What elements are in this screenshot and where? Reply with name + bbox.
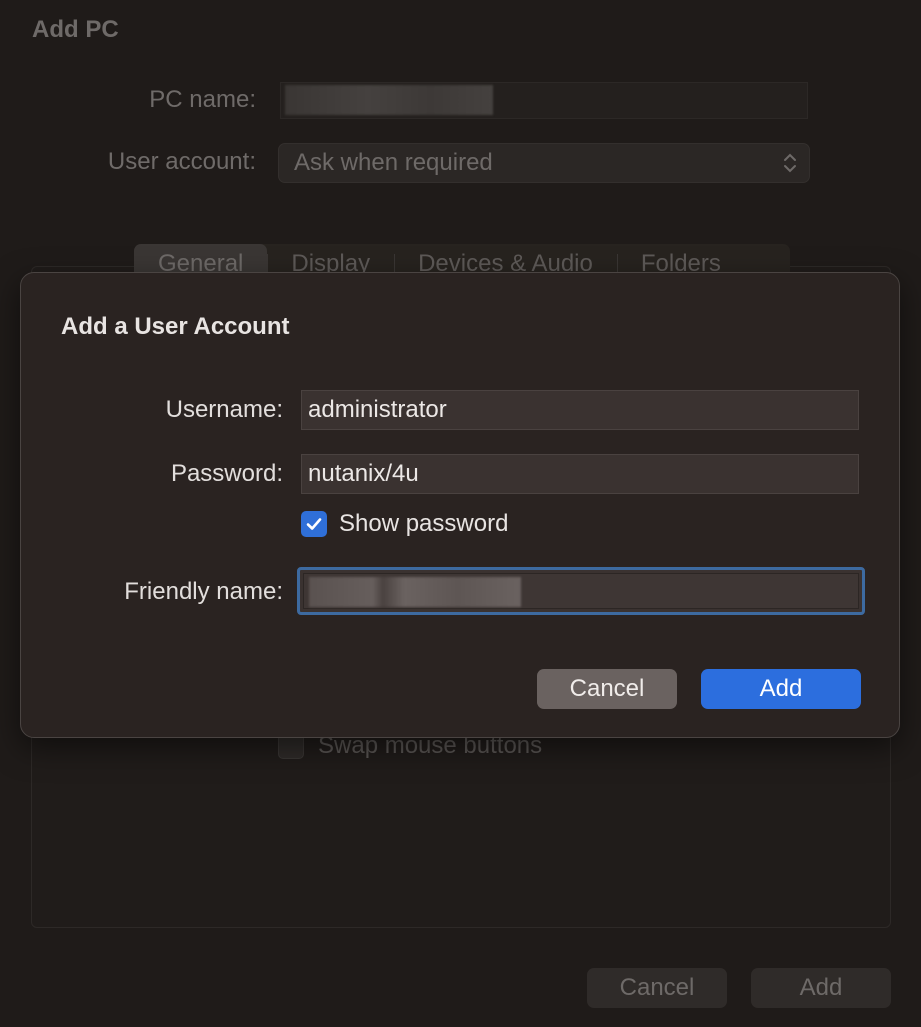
friendly-name-input[interactable] xyxy=(297,567,865,615)
up-down-chevron-icon xyxy=(784,153,796,173)
pc-name-field[interactable] xyxy=(280,82,808,119)
window-title: Add PC xyxy=(32,16,119,43)
show-password-label[interactable]: Show password xyxy=(339,510,508,538)
sheet-title: Add a User Account xyxy=(61,313,290,340)
user-account-label: User account: xyxy=(107,148,256,175)
show-password-row: Show password xyxy=(301,510,508,538)
show-password-checkbox[interactable] xyxy=(301,511,327,537)
redacted-friendly-name xyxy=(309,577,521,607)
add-button[interactable]: Add xyxy=(701,669,861,709)
checkmark-icon xyxy=(306,518,322,530)
user-account-value: Ask when required xyxy=(294,149,493,176)
window-cancel-button[interactable]: Cancel xyxy=(587,968,727,1008)
cancel-button[interactable]: Cancel xyxy=(537,669,677,709)
friendly-name-label: Friendly name: xyxy=(124,578,283,605)
add-user-account-sheet: Add a User Account Username: Password: S… xyxy=(20,272,900,738)
username-label: Username: xyxy=(165,396,283,423)
friendly-name-field xyxy=(303,573,859,609)
redacted-pc-name xyxy=(285,85,493,115)
user-account-select[interactable]: Ask when required xyxy=(278,143,810,183)
username-input[interactable] xyxy=(301,390,859,430)
password-input[interactable] xyxy=(301,454,859,494)
pc-name-label: PC name: xyxy=(149,86,256,113)
window-add-button[interactable]: Add xyxy=(751,968,891,1008)
password-label: Password: xyxy=(170,460,283,487)
